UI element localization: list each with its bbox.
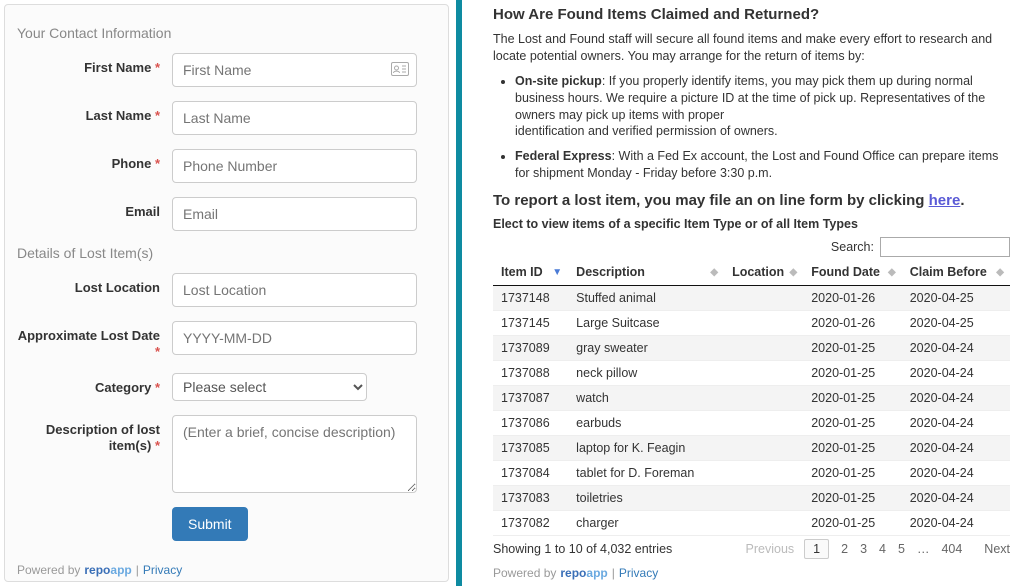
table-row[interactable]: 1737145Large Suitcase2020-01-262020-04-2… <box>493 311 1010 336</box>
vertical-divider <box>456 0 462 586</box>
sort-icon: ◆ <box>996 267 1004 278</box>
page-number[interactable]: 4 <box>879 542 886 556</box>
footer-left: Powered by repoapp | Privacy <box>17 563 436 577</box>
search-input[interactable] <box>880 237 1010 257</box>
table-row[interactable]: 1737085laptop for K. Feagin2020-01-25202… <box>493 436 1010 461</box>
phone-label: Phone * <box>17 149 172 172</box>
found-items-panel: How Are Found Items Claimed and Returned… <box>465 0 1024 586</box>
section-contact-title: Your Contact Information <box>17 25 436 41</box>
description-field[interactable] <box>172 415 417 493</box>
section-details-title: Details of Lost Item(s) <box>17 245 436 261</box>
page-number[interactable]: 1 <box>804 539 829 559</box>
info-bullet-fedex: Federal Express: With a Fed Ex account, … <box>515 148 1010 182</box>
elect-line: Elect to view items of a specific Item T… <box>493 217 1010 231</box>
repoapp-logo: repoapp <box>560 566 607 580</box>
col-claim-before[interactable]: Claim Before◆ <box>902 259 1010 286</box>
page-number[interactable]: 5 <box>898 542 905 556</box>
col-location[interactable]: Location◆ <box>724 259 803 286</box>
table-row[interactable]: 1737086earbuds2020-01-252020-04-24 <box>493 411 1010 436</box>
info-bullet-onsite: On-site pickup: If you properly identify… <box>515 73 1010 141</box>
search-label: Search: <box>831 240 874 254</box>
next-page[interactable]: Next <box>984 542 1010 556</box>
page-number[interactable]: 3 <box>860 542 867 556</box>
sort-icon: ◆ <box>790 267 798 278</box>
table-row[interactable]: 1737084tablet for D. Foreman2020-01-2520… <box>493 461 1010 486</box>
approx-date-label: Approximate Lost Date * <box>17 321 172 359</box>
lost-location-label: Lost Location <box>17 273 172 296</box>
table-row[interactable]: 1737082charger2020-01-252020-04-24 <box>493 511 1010 536</box>
prev-page[interactable]: Previous <box>746 542 795 556</box>
contact-card-icon <box>391 61 409 80</box>
table-row[interactable]: 1737083toiletries2020-01-252020-04-24 <box>493 486 1010 511</box>
privacy-link[interactable]: Privacy <box>143 563 182 577</box>
col-found-date[interactable]: Found Date◆ <box>803 259 902 286</box>
page-number[interactable]: 404 <box>941 542 962 556</box>
sort-down-icon: ▼ <box>552 267 562 278</box>
approx-date-field[interactable] <box>172 321 417 355</box>
info-intro: The Lost and Found staff will secure all… <box>493 31 1010 65</box>
footer-right: Powered by repoapp | Privacy <box>493 566 1010 580</box>
table-row[interactable]: 1737148Stuffed animal2020-01-262020-04-2… <box>493 286 1010 311</box>
report-here-link[interactable]: here <box>929 192 961 209</box>
repoapp-logo: repoapp <box>84 563 131 577</box>
col-description[interactable]: Description◆ <box>568 259 724 286</box>
pagination: Previous 12345 … 404 Next <box>746 542 1010 556</box>
table-row[interactable]: 1737088neck pillow2020-01-252020-04-24 <box>493 361 1010 386</box>
sort-icon: ◆ <box>710 267 718 278</box>
last-name-label: Last Name * <box>17 101 172 124</box>
category-select[interactable]: Please select <box>172 373 367 401</box>
privacy-link[interactable]: Privacy <box>619 566 658 580</box>
email-label: Email <box>17 197 172 220</box>
table-row[interactable]: 1737087watch2020-01-252020-04-24 <box>493 386 1010 411</box>
lost-item-form: Your Contact Information First Name * La… <box>4 4 449 582</box>
phone-field[interactable] <box>172 149 417 183</box>
first-name-field[interactable] <box>172 53 417 87</box>
table-row[interactable]: 1737089gray sweater2020-01-252020-04-24 <box>493 336 1010 361</box>
report-line: To report a lost item, you may file an o… <box>493 192 1010 209</box>
lost-location-field[interactable] <box>172 273 417 307</box>
showing-entries: Showing 1 to 10 of 4,032 entries <box>493 542 672 556</box>
description-label: Description of lost item(s) * <box>17 415 172 453</box>
page-ellipsis: … <box>917 542 930 556</box>
email-field[interactable] <box>172 197 417 231</box>
last-name-field[interactable] <box>172 101 417 135</box>
col-item-id[interactable]: Item ID▼ <box>493 259 568 286</box>
category-label: Category * <box>17 373 172 396</box>
info-heading: How Are Found Items Claimed and Returned… <box>493 6 1010 23</box>
page-number[interactable]: 2 <box>841 542 848 556</box>
sort-icon: ◆ <box>888 267 896 278</box>
submit-button[interactable]: Submit <box>172 507 248 541</box>
found-items-table: Item ID▼ Description◆ Location◆ Found Da… <box>493 259 1010 536</box>
first-name-label: First Name * <box>17 53 172 76</box>
